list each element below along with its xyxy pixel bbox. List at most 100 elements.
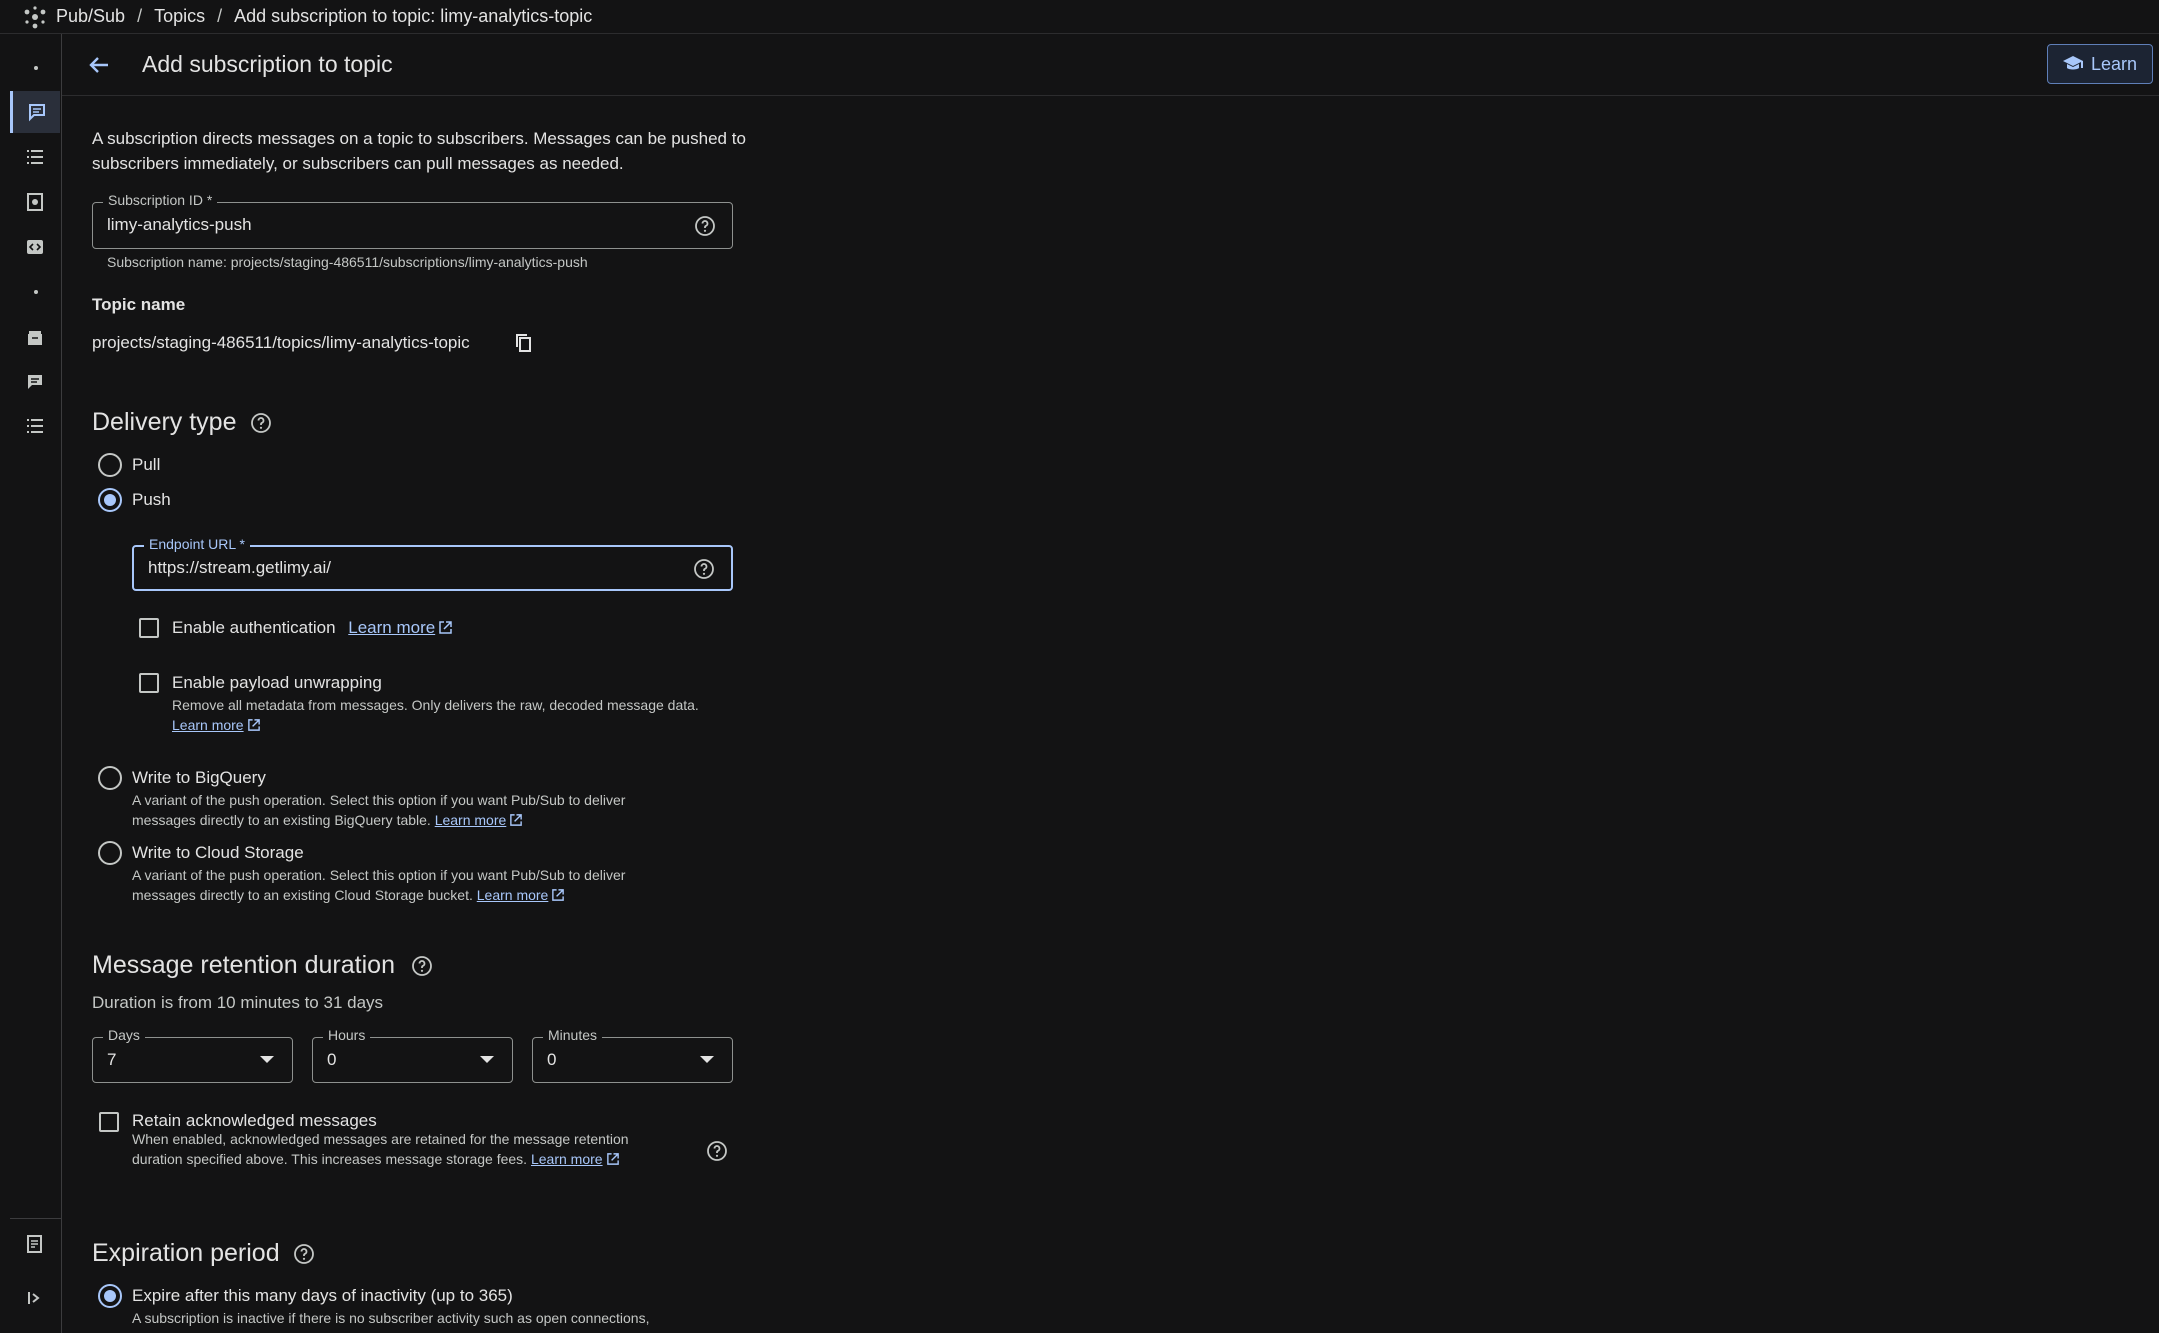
enable-payload-unwrapping-label: Enable payload unwrapping <box>172 673 382 692</box>
expire-inactivity-label: Expire after this many days of inactivit… <box>132 1286 513 1305</box>
topic-name-label: Topic name <box>92 295 186 314</box>
rail-dot-divider <box>34 290 38 294</box>
breadcrumb-separator: / <box>217 6 223 26</box>
subscription-id-field[interactable]: Subscription ID * limy-analytics-push <box>92 192 733 249</box>
help-icon[interactable] <box>706 1140 728 1162</box>
back-arrow-icon[interactable] <box>86 52 112 78</box>
bigquery-learn-more-link[interactable]: Learn more <box>435 812 507 828</box>
hours-value: 0 <box>327 1050 337 1069</box>
release-notes-icon <box>27 1235 42 1253</box>
intro-text: A subscription directs messages on a top… <box>92 129 746 173</box>
help-icon[interactable] <box>693 558 715 580</box>
topic-name-value: projects/staging-486511/topics/limy-anal… <box>92 333 470 352</box>
bigquery-description-line1: A variant of the push operation. Select … <box>132 792 626 808</box>
enable-authentication-checkbox[interactable] <box>139 618 159 638</box>
write-to-cloud-storage-label: Write to Cloud Storage <box>132 843 304 862</box>
breadcrumb-topics[interactable]: Topics <box>154 6 205 27</box>
rail-item-snapshots[interactable] <box>10 181 60 223</box>
days-value: 7 <box>107 1050 117 1069</box>
push-label: Push <box>132 490 171 509</box>
help-icon[interactable] <box>411 955 433 977</box>
breadcrumb-separator: / <box>137 6 143 26</box>
endpoint-url-field[interactable]: Endpoint URL * https://stream.getlimy.ai… <box>132 536 733 591</box>
external-link-icon <box>439 621 452 634</box>
retain-description: When enabled, acknowledged messages are … <box>132 1129 732 1169</box>
dropdown-arrow-icon <box>480 1056 494 1063</box>
retain-description-line1: When enabled, acknowledged messages are … <box>132 1131 629 1147</box>
rail-item-lite-reservations[interactable] <box>10 317 60 359</box>
cloud-storage-description: A variant of the push operation. Select … <box>132 865 752 905</box>
breadcrumb-pubsub[interactable]: Pub/Sub <box>56 6 125 27</box>
hours-select[interactable]: Hours 0 <box>312 1027 513 1083</box>
delivery-type-title: Delivery type <box>92 408 237 436</box>
cloud-storage-description-line1: A variant of the push operation. Select … <box>132 867 626 883</box>
rail-item-lite-topics[interactable] <box>10 361 60 403</box>
write-to-bigquery-radio[interactable] <box>98 766 122 790</box>
unwrap-description: Remove all metadata from messages. Only … <box>172 695 752 735</box>
expire-inactivity-radio[interactable] <box>98 1284 122 1308</box>
copy-icon[interactable] <box>515 333 533 353</box>
retain-description-line2: duration specified above. This increases… <box>132 1151 528 1167</box>
endpoint-url-label: Endpoint URL * <box>144 536 250 552</box>
enable-payload-unwrapping-checkbox[interactable] <box>139 673 159 693</box>
rail-item-schemas[interactable] <box>10 226 60 268</box>
unwrap-learn-more-link[interactable]: Learn more <box>172 717 244 733</box>
retain-acknowledged-label: Retain acknowledged messages <box>132 1111 377 1130</box>
enable-authentication-row: Enable authentication Learn more <box>172 618 453 638</box>
rail-item-expand[interactable] <box>10 1277 60 1319</box>
external-link-icon <box>510 814 523 826</box>
bigquery-description-line2: messages directly to an existing BigQuer… <box>132 812 431 828</box>
write-to-cloud-storage-radio[interactable] <box>98 841 122 865</box>
push-radio[interactable] <box>98 488 122 512</box>
minutes-select[interactable]: Minutes 0 <box>532 1027 733 1083</box>
subscription-id-value: limy-analytics-push <box>107 215 252 234</box>
retain-learn-more-link[interactable]: Learn more <box>531 1151 603 1167</box>
pubsub-logo-icon <box>24 5 46 28</box>
rail-divider <box>10 1218 62 1219</box>
endpoint-url-value: https://stream.getlimy.ai/ <box>148 558 331 577</box>
expand-menu-icon <box>28 1292 40 1304</box>
page-header: Add subscription to topic Learn <box>62 34 2159 96</box>
cloud-storage-description-line2: messages directly to an existing Cloud S… <box>132 887 473 903</box>
cloud-storage-learn-more-link[interactable]: Learn more <box>477 887 549 903</box>
bigquery-description: A variant of the push operation. Select … <box>132 790 752 830</box>
dropdown-arrow-icon <box>260 1056 274 1063</box>
learn-label: Learn <box>2090 53 2138 74</box>
top-breadcrumb-bar: Pub/Sub / Topics / Add subscription to t… <box>0 0 2159 34</box>
external-link-icon <box>552 889 565 901</box>
expire-inactivity-description: A subscription is inactive if there is n… <box>132 1310 650 1326</box>
retention-subtitle: Duration is from 10 minutes to 31 days <box>92 993 384 1012</box>
external-link-icon <box>247 719 260 731</box>
write-to-bigquery-label: Write to BigQuery <box>132 768 266 787</box>
minutes-value: 0 <box>547 1050 557 1069</box>
learn-button[interactable]: Learn <box>2047 44 2153 84</box>
school-icon <box>2062 56 2083 70</box>
pull-label: Pull <box>132 455 161 474</box>
help-icon[interactable] <box>250 412 272 434</box>
message-icon <box>28 104 45 122</box>
enable-authentication-label: Enable authentication <box>172 618 336 637</box>
days-select[interactable]: Days 7 <box>92 1027 293 1083</box>
dropdown-arrow-icon <box>700 1056 714 1063</box>
retain-acknowledged-checkbox[interactable] <box>99 1112 119 1132</box>
hours-label: Hours <box>323 1027 371 1043</box>
code-icon <box>27 240 43 254</box>
subscription-name-hint: Subscription name: projects/staging-4865… <box>107 254 588 270</box>
page-title: Add subscription to topic <box>142 51 393 77</box>
unwrap-description-text: Remove all metadata from messages. Only … <box>172 697 699 713</box>
left-navigation-rail <box>0 34 62 1333</box>
snapshot-icon <box>27 193 43 211</box>
expiration-period-title: Expiration period <box>92 1239 280 1267</box>
rail-item-topics[interactable] <box>10 91 60 133</box>
help-icon[interactable] <box>293 1243 315 1265</box>
enable-authentication-learn-more-link[interactable]: Learn more <box>348 618 435 637</box>
rail-item-release-notes[interactable] <box>10 1223 60 1265</box>
rail-dot-divider <box>34 66 38 70</box>
list-icon <box>27 150 43 164</box>
rail-item-subscriptions[interactable] <box>10 136 60 178</box>
list-icon <box>27 419 43 433</box>
pull-radio[interactable] <box>98 453 122 477</box>
rail-item-lite-subscriptions[interactable] <box>10 405 60 447</box>
help-icon[interactable] <box>694 215 716 237</box>
message-retention-title: Message retention duration <box>92 951 395 979</box>
